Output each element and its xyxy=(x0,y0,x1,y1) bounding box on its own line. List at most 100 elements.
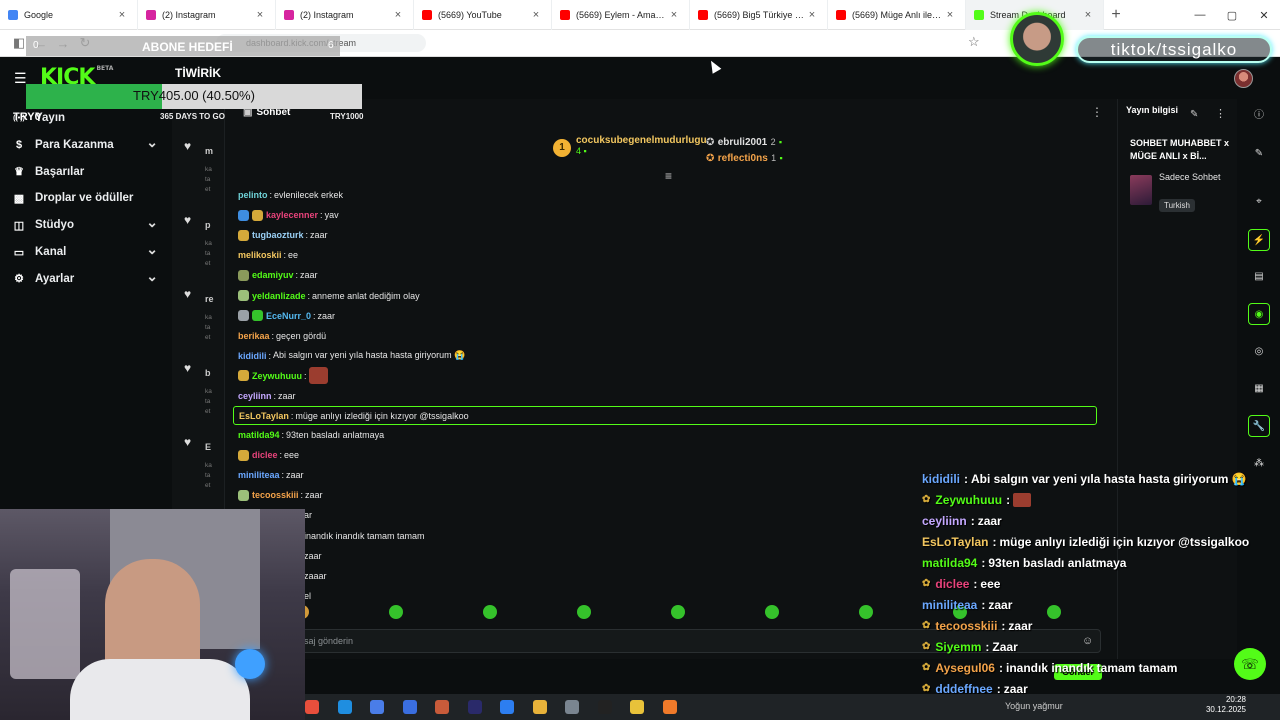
chat-username[interactable]: kaylecenner xyxy=(266,210,318,220)
leaderboard-second[interactable]: ✪ ebruli2001 2 ▪ xyxy=(706,134,782,148)
chrome-icon[interactable] xyxy=(532,700,547,714)
activity-user[interactable]: re xyxy=(205,294,214,304)
premiere-icon[interactable] xyxy=(467,700,482,714)
folder-icon[interactable] xyxy=(630,700,644,714)
collapse-leaderboard-icon[interactable]: ≡ xyxy=(665,169,672,183)
minimize-icon[interactable]: — xyxy=(1184,9,1216,21)
tab-close-icon[interactable]: × xyxy=(943,9,957,21)
user-avatar[interactable] xyxy=(1234,69,1253,88)
tab-close-icon[interactable]: × xyxy=(115,9,129,21)
emote-icon[interactable] xyxy=(765,605,779,619)
support-chat-button[interactable]: ☏ xyxy=(1234,648,1266,680)
info-icon[interactable]: ⓘ xyxy=(1248,105,1270,127)
browser-tab[interactable]: (5669) YouTube × xyxy=(414,0,552,30)
chat-username[interactable]: berikaa xyxy=(238,331,270,341)
edit-icon[interactable]: ✎ xyxy=(1190,109,1198,120)
file-explorer-icon[interactable] xyxy=(305,700,319,714)
chat-menu-icon[interactable]: ⋮ xyxy=(1091,105,1103,119)
photos-icon[interactable] xyxy=(435,700,449,714)
emote-icon[interactable] xyxy=(577,605,591,619)
facecam-circle xyxy=(1010,12,1064,66)
emote-icon[interactable] xyxy=(389,605,403,619)
chevron-down-icon[interactable]: ⌄ xyxy=(146,241,158,258)
new-tab-icon[interactable]: + xyxy=(1104,6,1128,24)
chat-username[interactable]: yeldanlizade xyxy=(252,291,306,301)
chevron-down-icon[interactable]: ⌄ xyxy=(146,134,158,151)
settings-icon[interactable] xyxy=(565,700,579,714)
browser-tab[interactable]: Google × xyxy=(0,0,138,30)
chat-text: zaaar xyxy=(304,570,327,581)
lightning-icon[interactable]: ⚡ xyxy=(1248,229,1270,251)
browser-tab[interactable]: (2) Instagram × xyxy=(138,0,276,30)
chat-text: ar xyxy=(304,510,313,521)
emote-icon[interactable] xyxy=(671,605,685,619)
emote-icon[interactable] xyxy=(483,605,497,619)
overlay-chat-username: Siyemm xyxy=(935,639,982,654)
chat-username[interactable]: diclee xyxy=(252,450,278,460)
chat-username[interactable]: matilda94 xyxy=(238,430,280,440)
tab-close-icon[interactable]: × xyxy=(1081,9,1095,21)
emote-icon[interactable] xyxy=(859,605,873,619)
wrench-icon[interactable]: 🔧 xyxy=(1248,415,1270,437)
sidebar-item[interactable]: ▩ Droplar ve ödüller xyxy=(0,185,172,211)
bookmark-star-icon[interactable]: ☆ xyxy=(968,34,980,50)
chat-username[interactable]: melikoskii xyxy=(238,250,282,260)
chat-text: zaar xyxy=(304,550,322,561)
activity-user[interactable]: p xyxy=(205,220,211,230)
focus-icon[interactable]: ⌖ xyxy=(1248,191,1270,213)
app-icon[interactable] xyxy=(500,700,514,714)
tab-close-icon[interactable]: × xyxy=(391,9,405,21)
firefox-icon[interactable] xyxy=(662,700,677,714)
document-icon[interactable]: ▤ xyxy=(1248,266,1270,288)
hamburger-menu-icon[interactable]: ☰ xyxy=(14,70,27,87)
layout-icon[interactable]: ▦ xyxy=(1248,378,1270,400)
sidebar-item[interactable]: ⚙ Ayarlar ⌄ xyxy=(0,266,172,292)
sidebar-item[interactable]: ♛ Başarılar xyxy=(0,159,172,185)
browser-tab[interactable]: (5669) Müge Anlı ile Tatlı Sert...× xyxy=(828,0,966,30)
more-options-icon[interactable]: ⋮ xyxy=(1215,107,1226,120)
chat-icon[interactable]: ◉ xyxy=(1248,303,1270,325)
browser-tab[interactable]: (5669) Big5 Türkiye | Hazırlık...× xyxy=(690,0,828,30)
activity-user[interactable]: E xyxy=(205,442,211,452)
activity-user[interactable]: m xyxy=(205,146,213,156)
category-name[interactable]: Sadece Sohbet xyxy=(1159,171,1229,184)
broadcast-icon[interactable]: ◎ xyxy=(1248,341,1270,363)
chat-username[interactable]: EceNurr_0 xyxy=(266,311,311,321)
pen-icon[interactable]: ✎ xyxy=(1248,143,1270,165)
leaderboard-third[interactable]: ✪ reflecti0ns 1 ▪ xyxy=(706,150,783,164)
store-icon[interactable] xyxy=(370,700,384,714)
browser-tab[interactable]: (5669) Eylem - Aman (Official...× xyxy=(552,0,690,30)
leaderboard-first[interactable]: 1 cocuksubegenelmudurlugu 4 ▪ xyxy=(553,135,707,157)
chat-username[interactable]: kididili xyxy=(238,351,267,361)
chat-username[interactable]: tecoosskiii xyxy=(252,490,299,500)
overlay-chat-text: eee xyxy=(980,576,1001,591)
chat-username[interactable]: edamiyuv xyxy=(252,270,294,280)
chat-username[interactable]: miniliteaa xyxy=(238,470,280,480)
tab-close-icon[interactable]: × xyxy=(253,9,267,21)
sidebar-item[interactable]: ▭ Kanal ⌄ xyxy=(0,239,172,265)
activity-user[interactable]: b xyxy=(205,368,211,378)
tab-close-icon[interactable]: × xyxy=(529,9,543,21)
chat-username[interactable]: ceyliinn xyxy=(238,391,272,401)
taskbar-clock[interactable]: 20:28 30.12.2025 xyxy=(1190,695,1246,715)
tab-close-icon[interactable]: × xyxy=(667,9,681,21)
chat-username[interactable]: tugbaozturk xyxy=(252,230,304,240)
chevron-down-icon[interactable]: ⌄ xyxy=(146,268,158,285)
chat-username[interactable]: pelinto xyxy=(238,190,268,200)
chat-message: tugbaozturk: zaar xyxy=(238,225,1098,245)
chat-username[interactable]: Zeywuhuuu xyxy=(252,371,302,381)
sidebar-item-label: Droplar ve ödüller xyxy=(35,192,134,205)
tab-close-icon[interactable]: × xyxy=(805,9,819,21)
category-thumbnail[interactable] xyxy=(1130,175,1152,205)
chat-username[interactable]: EsLoTaylan xyxy=(239,411,289,421)
donation-goal-target: TRY1000 xyxy=(330,112,364,121)
maximize-icon[interactable]: ▢ xyxy=(1216,9,1248,22)
obs-icon[interactable] xyxy=(597,700,612,714)
sidebar-item[interactable]: ◫ Stüdyo ⌄ xyxy=(0,212,172,238)
browser-tab[interactable]: (2) Instagram × xyxy=(276,0,414,30)
sidebar-item[interactable]: $ Para Kazanma ⌄ xyxy=(0,132,172,158)
edge-icon[interactable] xyxy=(337,700,352,714)
mail-icon[interactable] xyxy=(402,700,417,714)
close-window-icon[interactable]: ✕ xyxy=(1248,9,1280,22)
chevron-down-icon[interactable]: ⌄ xyxy=(146,214,158,231)
